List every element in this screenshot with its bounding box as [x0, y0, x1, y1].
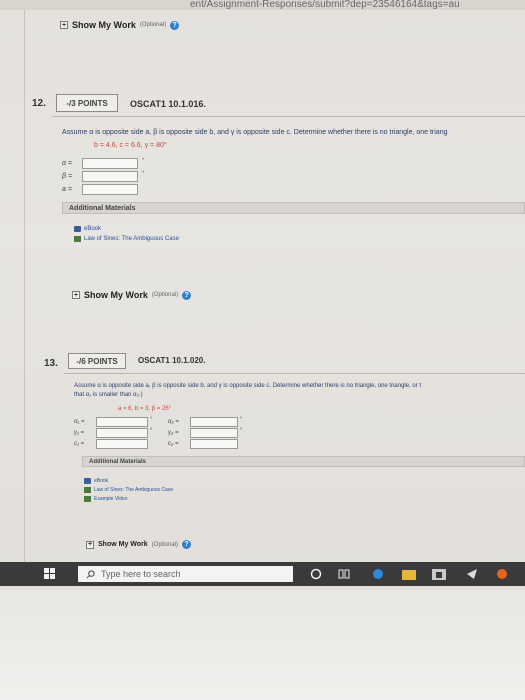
question-text: Assume α is opposite side a, β is opposi…: [62, 129, 448, 136]
gamma2-input[interactable]: [190, 428, 238, 438]
question-divider: [64, 373, 525, 374]
field-label-alpha: α =: [62, 160, 73, 167]
points-badge: -/6 POINTS: [68, 353, 126, 369]
field-label-c1: c₁ =: [74, 441, 85, 447]
expand-icon: +: [86, 540, 94, 549]
alpha1-input[interactable]: [96, 417, 148, 427]
url-text: ent/Assignment-Responses/submit?dep=2354…: [190, 0, 460, 10]
degree-unit: °: [240, 417, 243, 423]
search-placeholder: Type here to search: [101, 569, 181, 579]
gamma1-input[interactable]: [96, 428, 148, 438]
ebook-link[interactable]: eBook: [84, 478, 108, 484]
material-label: Example Video: [94, 496, 128, 502]
windows-taskbar: Type here to search: [0, 562, 525, 586]
question-text: Assume α is opposite side a, β is opposi…: [74, 383, 422, 389]
additional-materials-header: Additional Materials: [62, 202, 525, 214]
app-icon[interactable]: [496, 568, 508, 580]
mail-icon[interactable]: [466, 568, 478, 580]
show-my-work-toggle-q13[interactable]: + Show My Work (Optional) ?: [86, 540, 191, 549]
beta-input[interactable]: [82, 171, 138, 182]
show-my-work-toggle-q12[interactable]: + Show My Work (Optional) ?: [72, 290, 192, 300]
example-video-link[interactable]: Example Video: [84, 496, 128, 502]
field-label-alpha2: α₂ =: [168, 419, 179, 425]
degree-unit: °: [150, 428, 153, 434]
question-number: 12.: [32, 98, 46, 109]
degree-unit: °: [142, 171, 145, 177]
store-icon[interactable]: [432, 568, 446, 580]
below-screen-area: [0, 590, 525, 700]
address-bar-fragment[interactable]: ent/Assignment-Responses/submit?dep=2354…: [0, 0, 525, 10]
field-label-gamma1: γ₁ =: [74, 430, 85, 436]
question-number: 13.: [44, 358, 58, 369]
document-icon: [84, 487, 91, 493]
degree-unit: °: [142, 158, 145, 164]
question-divider: [52, 116, 525, 117]
degree-unit: °: [240, 428, 243, 434]
optional-label: (Optional): [151, 541, 178, 548]
field-label-alpha1: α₁ =: [74, 419, 85, 425]
field-label-gamma2: γ₂ =: [168, 430, 179, 436]
material-label: Law of Sines: The Ambiguous Case: [94, 487, 174, 493]
taskbar-search-field[interactable]: Type here to search: [78, 566, 293, 582]
help-icon[interactable]: ?: [182, 540, 191, 549]
windows-start-icon[interactable]: [44, 568, 56, 580]
material-label: Law of Sines: The Ambiguous Case: [84, 236, 179, 242]
book-icon: [74, 226, 81, 232]
show-my-work-label: Show My Work: [72, 20, 136, 30]
edge-browser-icon[interactable]: [372, 568, 384, 580]
optional-label: (Optional): [151, 292, 179, 298]
document-icon: [84, 496, 91, 502]
c1-input[interactable]: [96, 439, 148, 449]
field-label-c2: c₂ =: [168, 441, 179, 447]
show-my-work-toggle-prev[interactable]: + Show My Work (Optional) ?: [60, 20, 180, 30]
question-title: OSCAT1 10.1.020.: [138, 356, 206, 365]
show-my-work-label: Show My Work: [98, 541, 148, 548]
alpha2-input[interactable]: [190, 417, 238, 427]
additional-materials-header: Additional Materials: [82, 456, 525, 467]
law-of-sines-link[interactable]: Law of Sines: The Ambiguous Case: [84, 487, 173, 493]
photographed-screen: ent/Assignment-Responses/submit?dep=2354…: [0, 0, 525, 590]
law-of-sines-link[interactable]: Law of Sines: The Ambiguous Case: [74, 236, 179, 242]
search-icon: [86, 569, 95, 578]
question-given-values: b = 4.6, c = 6.6, γ = 80°: [94, 142, 167, 149]
points-badge: -/3 POINTS: [56, 94, 118, 112]
ebook-link[interactable]: eBook: [74, 226, 101, 232]
task-view-icon[interactable]: [338, 568, 350, 580]
document-icon: [74, 236, 81, 242]
content-border: [24, 10, 25, 585]
help-icon[interactable]: ?: [170, 20, 180, 30]
question-given-values: a = 6, b = 3, β = 26°: [118, 406, 172, 412]
book-icon: [84, 478, 91, 484]
expand-icon: +: [72, 291, 80, 299]
alpha-input[interactable]: [82, 158, 138, 169]
expand-icon: +: [60, 21, 68, 29]
side-a-input[interactable]: [82, 184, 138, 195]
help-icon[interactable]: ?: [182, 290, 192, 300]
ebook-label: eBook: [94, 478, 109, 484]
field-label-a: a =: [62, 186, 72, 193]
ebook-label: eBook: [84, 226, 102, 232]
degree-unit: °: [150, 417, 153, 423]
show-my-work-label: Show My Work: [84, 290, 148, 300]
field-label-beta: β =: [62, 173, 73, 180]
file-explorer-icon[interactable]: [402, 568, 416, 580]
optional-label: (Optional): [139, 22, 167, 28]
question-text-line2: that α₁ is smaller than α₂.): [74, 392, 143, 398]
cortana-icon[interactable]: [310, 568, 322, 580]
question-title: OSCAT1 10.1.016.: [130, 99, 206, 109]
c2-input[interactable]: [190, 439, 238, 449]
